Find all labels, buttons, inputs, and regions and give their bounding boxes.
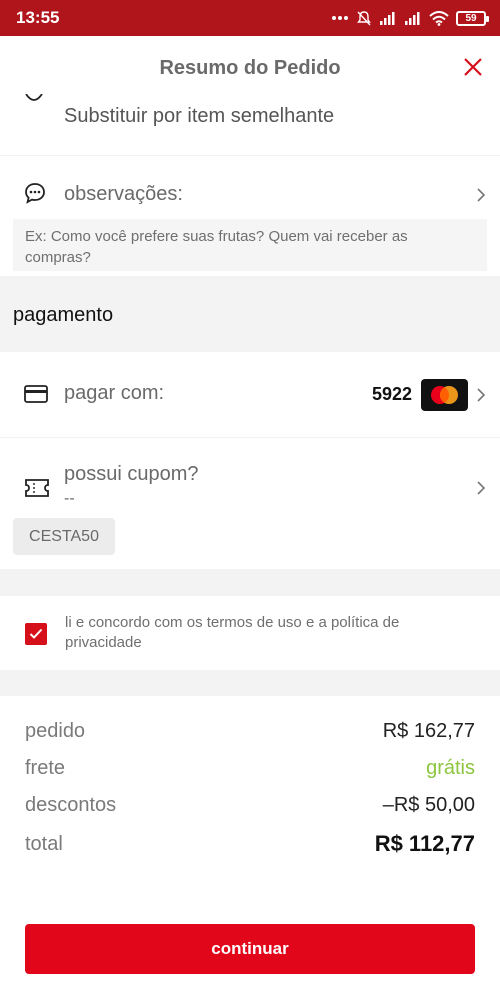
page-title: Resumo do Pedido bbox=[159, 56, 341, 79]
coupon-label: possui cupom? bbox=[64, 463, 199, 485]
coupon-row[interactable]: possui cupom? -- CESTA50 bbox=[0, 438, 500, 569]
substitute-icon bbox=[25, 94, 43, 101]
terms-row: li e concordo com os termos de uso e a p… bbox=[0, 596, 500, 670]
summary-label: total bbox=[25, 832, 63, 855]
notes-input[interactable]: Ex: Como você prefere suas frutas? Quem … bbox=[13, 219, 487, 271]
summary-row-discounts: descontos –R$ 50,00 bbox=[25, 794, 475, 817]
summary-row-shipping: frete grátis bbox=[25, 757, 475, 780]
chat-bubble-icon bbox=[25, 183, 45, 204]
close-button[interactable] bbox=[460, 54, 486, 80]
summary-label: descontos bbox=[25, 794, 117, 816]
battery-icon: 59 bbox=[456, 10, 489, 26]
coupon-code-chip[interactable]: CESTA50 bbox=[13, 518, 115, 555]
substitute-option[interactable]: Substituir por item semelhante bbox=[0, 94, 500, 155]
notes-row[interactable]: observações: Ex: Como você prefere suas … bbox=[0, 156, 500, 276]
status-bar: 13:55 59 bbox=[0, 0, 500, 36]
summary-value: R$ 162,77 bbox=[382, 720, 475, 742]
terms-checkbox[interactable] bbox=[25, 623, 47, 645]
status-icons: 59 bbox=[331, 10, 489, 26]
order-summary: pedido R$ 162,77 frete grátis descontos … bbox=[0, 696, 500, 1000]
substitute-label: Substituir por item semelhante bbox=[64, 105, 335, 127]
coupon-value: -- bbox=[64, 490, 75, 507]
summary-row-total: total R$ 112,77 bbox=[25, 831, 475, 857]
header: Resumo do Pedido bbox=[0, 36, 500, 100]
chevron-right-icon bbox=[477, 388, 486, 402]
payment-section-title: pagamento bbox=[13, 304, 114, 326]
continue-button[interactable]: continuar bbox=[25, 924, 475, 974]
ticket-icon bbox=[25, 479, 49, 497]
close-icon bbox=[464, 58, 482, 76]
signal-icon bbox=[405, 12, 420, 25]
summary-row-order: pedido R$ 162,77 bbox=[25, 720, 475, 743]
status-time: 13:55 bbox=[16, 8, 60, 27]
credit-card-icon bbox=[24, 385, 48, 403]
signal-icon bbox=[380, 12, 395, 25]
chevron-right-icon bbox=[477, 188, 486, 202]
summary-label: frete bbox=[25, 757, 66, 779]
mastercard-logo-icon bbox=[421, 379, 468, 411]
more-dots-icon bbox=[332, 16, 348, 20]
terms-text: li e concordo com os termos de uso e a p… bbox=[65, 614, 400, 651]
mute-icon bbox=[357, 11, 371, 26]
chevron-right-icon bbox=[477, 481, 486, 495]
summary-value: –R$ 50,00 bbox=[382, 794, 475, 816]
notes-label: observações: bbox=[64, 183, 183, 205]
battery-level: 59 bbox=[465, 12, 477, 24]
checkmark-icon bbox=[29, 628, 43, 639]
card-last4: 5922 bbox=[372, 384, 413, 404]
summary-label: pedido bbox=[25, 720, 86, 742]
summary-total-value: R$ 112,77 bbox=[374, 831, 475, 856]
payment-method-row[interactable]: pagar com: 5922 bbox=[0, 352, 500, 437]
pay-with-label: pagar com: bbox=[64, 382, 165, 404]
summary-value-free: grátis bbox=[426, 757, 475, 779]
wifi-icon bbox=[429, 10, 449, 26]
